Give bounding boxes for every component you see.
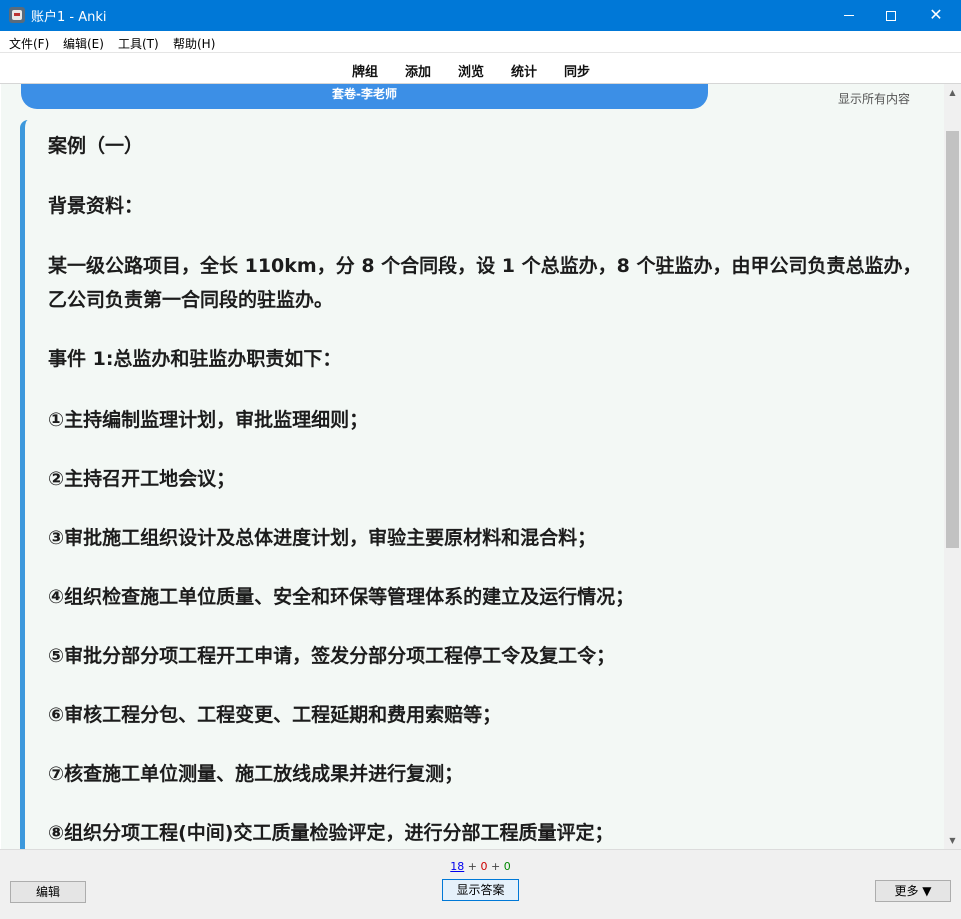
duty-item: ①主持编制监理计划，审批监理细则；	[48, 409, 369, 431]
duty-item: ⑤审批分部分项工程开工申请，签发分部分项工程停工令及复工令；	[48, 645, 616, 667]
duty-item: ⑦核查施工单位测量、施工放线成果并进行复测；	[48, 763, 464, 785]
maximize-icon	[886, 10, 896, 21]
deck-name: 套卷-李老师	[332, 87, 397, 101]
new-count: 18	[450, 860, 465, 873]
duty-item: ⑧组织分项工程(中间)交工质量检验评定，进行分部工程质量评定；	[48, 822, 614, 844]
menu-tools[interactable]: 工具(T)	[118, 35, 159, 52]
vertical-scrollbar[interactable]: ▲ ▼	[944, 84, 961, 849]
scroll-thumb[interactable]	[946, 131, 959, 548]
duty-item: ④组织检查施工单位质量、安全和环保等管理体系的建立及运行情况；	[48, 586, 635, 608]
window-title: 账户1 - Anki	[31, 10, 107, 25]
stats-button[interactable]: 统计	[511, 61, 537, 80]
close-icon: ✕	[929, 5, 943, 24]
sync-button[interactable]: 同步	[564, 61, 590, 80]
menu-file[interactable]: 文件(F)	[9, 35, 49, 52]
show-all-link[interactable]: 显示所有内容	[838, 90, 910, 107]
event-heading: 事件 1:总监办和驻监办职责如下：	[48, 348, 342, 370]
scroll-down-icon[interactable]: ▼	[944, 832, 961, 849]
maximize-button[interactable]	[868, 0, 914, 31]
main-toolbar: 牌组 添加 浏览 统计 同步	[0, 54, 961, 84]
review-count: 0	[503, 860, 511, 873]
menu-help[interactable]: 帮助(H)	[173, 35, 215, 52]
due-counts: 18 + 0 + 0	[0, 860, 961, 873]
background-paragraph: 某一级公路项目，全长 110km，分 8 个合同段，设 1 个总监办，8 个驻监…	[48, 255, 922, 311]
card-view: 套卷-李老师 显示所有内容 案例（一） 背景资料： 某一级公路项目，全长 110…	[1, 84, 944, 849]
add-button[interactable]: 添加	[405, 61, 431, 80]
decks-button[interactable]: 牌组	[352, 61, 378, 80]
minimize-button[interactable]	[826, 0, 872, 31]
edit-button[interactable]: 编辑	[10, 881, 86, 903]
show-answer-button[interactable]: 显示答案	[442, 879, 519, 901]
deck-banner: 套卷-李老师	[21, 84, 708, 109]
menu-bar: 文件(F) 编辑(E) 工具(T) 帮助(H)	[0, 31, 961, 53]
question-card: 案例（一） 背景资料： 某一级公路项目，全长 110km，分 8 个合同段，设 …	[20, 120, 940, 849]
bottom-bar: 18 + 0 + 0 编辑 显示答案 更多 ▼	[0, 849, 961, 919]
count-separator: +	[467, 860, 477, 873]
duty-item: ③审批施工组织设计及总体进度计划，审验主要原材料和混合料；	[48, 527, 597, 549]
close-button[interactable]: ✕	[913, 0, 959, 31]
more-button[interactable]: 更多 ▼	[875, 880, 951, 902]
anki-icon	[9, 7, 25, 23]
menu-edit[interactable]: 编辑(E)	[63, 35, 104, 52]
count-separator: +	[491, 860, 501, 873]
scroll-up-icon[interactable]: ▲	[944, 84, 961, 101]
browse-button[interactable]: 浏览	[458, 61, 484, 80]
learn-count: 0	[480, 860, 488, 873]
minimize-icon	[844, 15, 854, 16]
background-heading: 背景资料：	[48, 195, 144, 217]
case-title: 案例（一）	[48, 135, 144, 157]
duty-item: ⑥审核工程分包、工程变更、工程延期和费用索赔等；	[48, 704, 502, 726]
title-bar: 账户1 - Anki ✕	[0, 0, 961, 31]
duty-item: ②主持召开工地会议；	[48, 468, 236, 490]
